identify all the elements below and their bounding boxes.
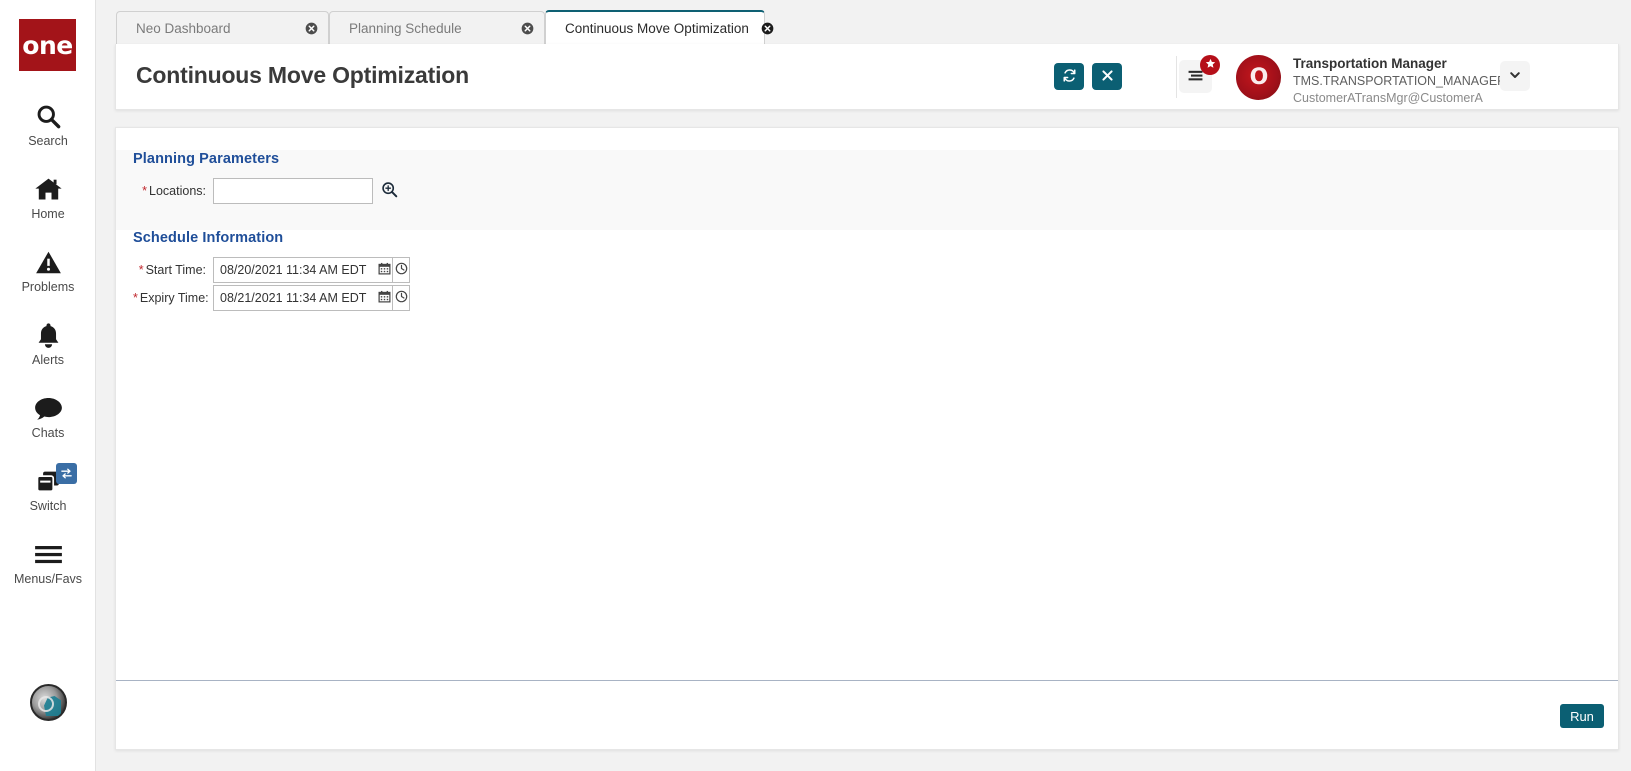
tab-bar: Neo Dashboard Planning Schedule Continuo…: [96, 0, 1631, 44]
locations-label: * Locations:: [142, 184, 206, 198]
refresh-button[interactable]: [1054, 63, 1084, 90]
hamburger-icon: [30, 538, 66, 570]
locations-input[interactable]: [213, 178, 373, 204]
start-time-calendar-button[interactable]: [376, 257, 393, 283]
search-icon: [30, 100, 66, 132]
refresh-icon: [1062, 68, 1077, 86]
avatar-text: O: [1249, 65, 1269, 90]
start-time-label: * Start Time:: [138, 263, 206, 277]
tab-planning-schedule[interactable]: Planning Schedule: [329, 11, 545, 44]
tab-continuous-move-optimization[interactable]: Continuous Move Optimization: [545, 10, 774, 44]
avatar[interactable]: O: [1236, 55, 1281, 100]
sidebar-item-home[interactable]: Home: [0, 173, 96, 222]
close-page-button[interactable]: [1092, 63, 1122, 90]
assistant-avatar-icon[interactable]: [30, 684, 67, 721]
sidebar-item-switch[interactable]: Switch: [0, 463, 96, 514]
sidebar-item-label: Home: [31, 207, 65, 221]
field-row-locations: * Locations:: [133, 178, 398, 204]
warning-triangle-icon: [30, 246, 66, 278]
sidebar-item-label: Menus/Favs: [13, 572, 83, 586]
sidebar-item-label: Alerts: [32, 353, 64, 367]
run-button[interactable]: Run: [1560, 704, 1604, 728]
clock-icon: [395, 262, 408, 278]
menu-badge: [1200, 55, 1220, 75]
start-time-input[interactable]: [213, 257, 376, 283]
sidebar-item-search[interactable]: Search: [0, 100, 96, 149]
expiry-time-label: * Expiry Time:: [133, 291, 209, 305]
tab-neo-dashboard[interactable]: Neo Dashboard: [116, 11, 329, 44]
application-window: one Search Home Problems Alerts Chats Sw…: [0, 0, 1631, 771]
field-row-start-time: * Start Time:: [133, 257, 410, 283]
chat-bubble-icon: [30, 392, 66, 424]
chevron-down-icon: [1508, 68, 1522, 85]
home-icon: [30, 173, 66, 205]
card-footer-divider: [116, 680, 1618, 681]
sidebar-item-problems[interactable]: Problems: [0, 246, 96, 295]
search-plus-icon: [381, 181, 398, 201]
required-marker: *: [133, 291, 138, 305]
bell-icon: [30, 319, 66, 351]
calendar-icon: [378, 262, 391, 278]
close-circle-icon[interactable]: [520, 21, 534, 35]
sidebar-item-label: Problems: [21, 280, 75, 294]
required-marker: *: [142, 184, 148, 198]
page-title: Continuous Move Optimization: [136, 62, 469, 88]
sidebar-item-menus-favs[interactable]: Menus/Favs: [0, 538, 96, 587]
start-time-clock-button[interactable]: [393, 257, 410, 283]
content-card: Planning Parameters * Locations: Schedule…: [115, 127, 1619, 750]
assistant-ring-shape: [38, 696, 54, 712]
star-icon: [1205, 58, 1216, 72]
sidebar-item-alerts[interactable]: Alerts: [0, 319, 96, 368]
locations-picker-button[interactable]: [380, 182, 398, 200]
sidebar-item-chats[interactable]: Chats: [0, 392, 96, 441]
tab-label: Continuous Move Optimization: [565, 20, 749, 36]
exchange-arrows-icon[interactable]: [56, 463, 77, 484]
field-row-expiry-time: * Expiry Time:: [133, 285, 410, 311]
brand-logo-text: one: [22, 30, 73, 60]
expiry-time-input[interactable]: [213, 285, 376, 311]
required-marker: *: [138, 263, 144, 277]
user-id: TMS.TRANSPORTATION_MANAGER: [1293, 74, 1507, 89]
brand-logo[interactable]: one: [19, 19, 76, 71]
windows-stack-icon: [30, 463, 77, 497]
left-sidebar: one Search Home Problems Alerts Chats Sw…: [0, 0, 96, 771]
tab-label: Planning Schedule: [349, 20, 462, 36]
user-name: Transportation Manager: [1293, 56, 1447, 71]
user-menu-button[interactable]: [1500, 61, 1530, 91]
page-header: Continuous Move Optimization O Transport…: [115, 44, 1619, 110]
sidebar-item-label: Switch: [29, 499, 67, 513]
close-circle-icon[interactable]: [761, 21, 775, 35]
clock-icon: [395, 290, 408, 306]
section-title-planning-parameters: Planning Parameters: [133, 151, 280, 167]
close-x-icon: [1101, 69, 1114, 85]
sidebar-item-label: Search: [28, 134, 68, 148]
user-info: Transportation Manager TMS.TRANSPORTATIO…: [1293, 55, 1593, 107]
tab-label: Neo Dashboard: [136, 20, 231, 36]
header-divider: [1176, 56, 1177, 98]
user-email: CustomerATransMgr@CustomerA: [1293, 91, 1483, 106]
close-circle-icon[interactable]: [304, 21, 318, 35]
section-title-schedule-information: Schedule Information: [133, 230, 284, 246]
sidebar-item-label: Chats: [31, 426, 65, 440]
expiry-time-calendar-button[interactable]: [376, 285, 393, 311]
calendar-icon: [378, 290, 391, 306]
expiry-time-clock-button[interactable]: [393, 285, 410, 311]
